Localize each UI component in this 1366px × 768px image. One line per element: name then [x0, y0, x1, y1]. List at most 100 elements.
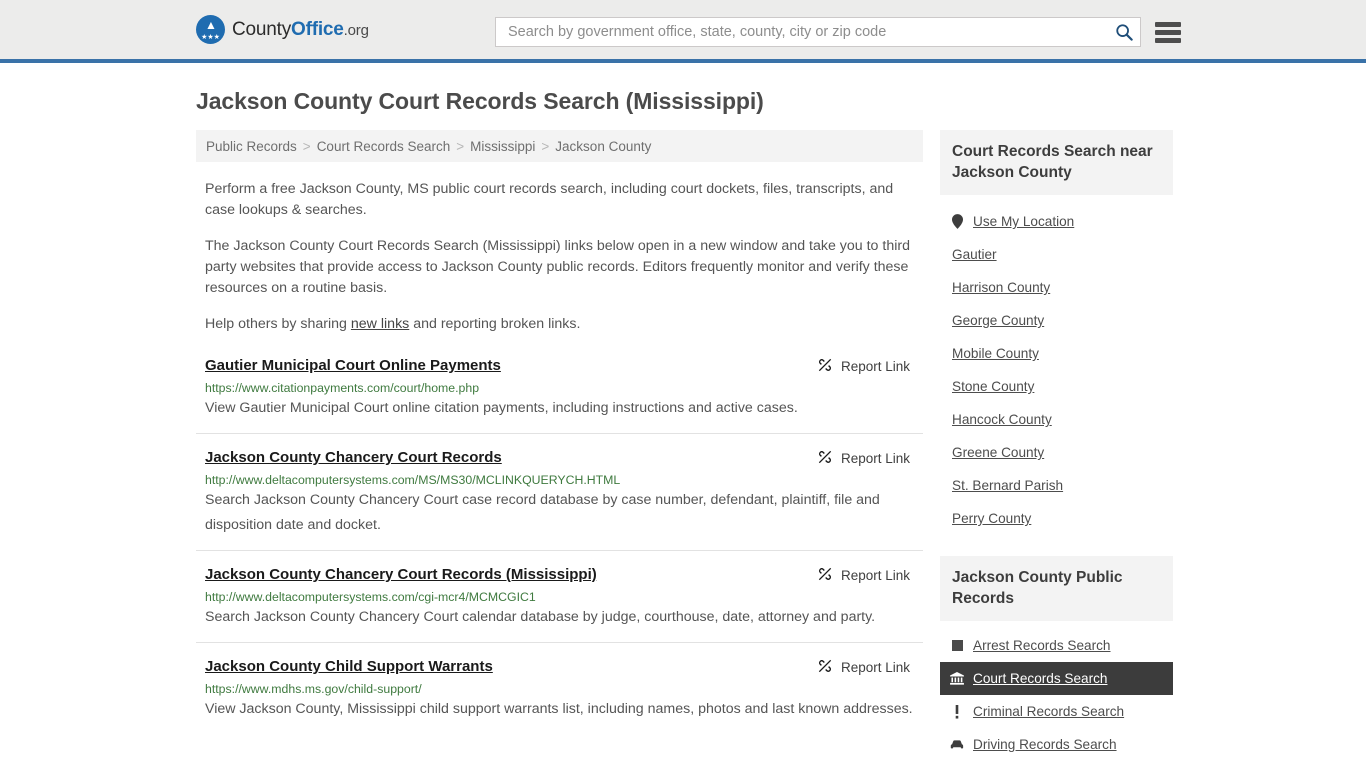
sidebar-public-records-item: Driving Records Search: [940, 728, 1173, 761]
sidebar-nearby-link[interactable]: Gautier: [940, 238, 1173, 271]
sidebar-public-records-link[interactable]: Driving Records Search: [940, 728, 1173, 761]
menu-bar-3: [1155, 37, 1181, 43]
result-title-link[interactable]: Jackson County Child Support Warrants: [205, 657, 493, 677]
intro-paragraph-3: Help others by sharing new links and rep…: [196, 314, 923, 335]
broken-link-icon: [817, 566, 833, 585]
square-icon: [950, 640, 964, 651]
car-icon: [950, 739, 964, 750]
sidebar-public-records-link[interactable]: Criminal Records Search: [940, 695, 1173, 728]
sidebar-nearby-link[interactable]: George County: [940, 304, 1173, 337]
result-url[interactable]: http://www.deltacomputersystems.com/MS/M…: [205, 473, 915, 487]
sidebar-nearby-link[interactable]: Hancock County: [940, 403, 1173, 436]
report-link-label: Report Link: [840, 568, 910, 583]
sidebar-nearby-item: George County: [940, 304, 1173, 337]
sidebar-nearby-item: Greene County: [940, 436, 1173, 469]
sidebar-public-records-item: Arrest Records Search: [940, 629, 1173, 662]
result-title-link[interactable]: Jackson County Chancery Court Records (M…: [205, 565, 597, 585]
result-url[interactable]: https://www.citationpayments.com/court/h…: [205, 381, 915, 395]
result-description: View Gautier Municipal Court online cita…: [205, 400, 798, 416]
sidebar-nearby-item: Mobile County: [940, 337, 1173, 370]
sidebar-nearby-item: Perry County: [940, 502, 1173, 535]
intro-p3-after: and reporting broken links.: [409, 316, 581, 332]
result-description: Search Jackson County Chancery Court cal…: [205, 609, 876, 625]
report-link-label: Report Link: [840, 451, 910, 466]
result-item: Gautier Municipal Court Online Payments R…: [196, 356, 923, 434]
sidebar-public-records-link[interactable]: Court Records Search: [940, 662, 1173, 695]
report-link-button[interactable]: Report Link: [817, 658, 915, 677]
sidebar-nearby-link[interactable]: Stone County: [940, 370, 1173, 403]
sidebar-nearby-label: St. Bernard Parish: [952, 478, 1064, 493]
sidebar-nearby-label: Greene County: [952, 445, 1045, 460]
eagle-shield-icon: ▲ ★★★: [196, 15, 225, 44]
sidebar-nearby-link[interactable]: St. Bernard Parish: [940, 469, 1173, 502]
sidebar-public-records-item: Court Records Search: [940, 662, 1173, 695]
hamburger-menu-icon[interactable]: [1155, 21, 1181, 43]
breadcrumb-item-3[interactable]: Jackson County: [555, 139, 651, 154]
sidebar-nearby-item: Stone County: [940, 370, 1173, 403]
sidebar-nearby-link[interactable]: Perry County: [940, 502, 1173, 535]
menu-bar-2: [1155, 29, 1181, 35]
broken-link-icon: [817, 449, 833, 468]
breadcrumb-item-1[interactable]: Court Records Search: [317, 139, 451, 154]
exclamation-icon: [950, 704, 964, 719]
sidebar-public-records-list: Arrest Records Search Court Records Searc…: [940, 629, 1173, 761]
breadcrumb-item-2[interactable]: Mississippi: [470, 139, 535, 154]
result-item: Jackson County Chancery Court Records (M…: [196, 565, 923, 643]
courthouse-icon: [950, 672, 964, 685]
breadcrumb-separator: >: [456, 138, 465, 154]
result-header: Jackson County Child Support Warrants Rep…: [205, 657, 915, 677]
sidebar-nearby-heading: Court Records Search near Jackson County: [940, 130, 1173, 195]
sidebar-public-records-label: Criminal Records Search: [973, 704, 1125, 719]
sidebar-nearby-label: Harrison County: [952, 280, 1051, 295]
sidebar-nearby-label: Gautier: [952, 247, 997, 262]
site-logo[interactable]: ▲ ★★★ CountyOffice.org: [196, 15, 369, 44]
sidebar-nearby-label: Perry County: [952, 511, 1032, 526]
search-icon[interactable]: [1114, 22, 1134, 42]
report-link-button[interactable]: Report Link: [817, 357, 915, 376]
report-link-button[interactable]: Report Link: [817, 566, 915, 585]
report-link-label: Report Link: [840, 660, 910, 675]
logo-text-county: County: [232, 18, 292, 40]
intro-text: Perform a free Jackson County, MS public…: [196, 179, 923, 335]
result-title-link[interactable]: Jackson County Chancery Court Records: [205, 448, 502, 468]
result-item: Jackson County Chancery Court Records Rep…: [196, 448, 923, 551]
result-header: Jackson County Chancery Court Records Rep…: [205, 448, 915, 468]
logo-text-tld: .org: [343, 21, 369, 39]
sidebar-public-records-item: Criminal Records Search: [940, 695, 1173, 728]
result-header: Gautier Municipal Court Online Payments R…: [205, 356, 915, 376]
sidebar-public-records-section: Jackson County Public Records Arrest Rec…: [940, 556, 1173, 761]
sidebar-public-records-heading: Jackson County Public Records: [940, 556, 1173, 621]
sidebar-public-records-label: Driving Records Search: [973, 737, 1117, 752]
search-box[interactable]: [495, 17, 1141, 47]
new-links-link[interactable]: new links: [351, 316, 409, 332]
sidebar-public-records-label: Court Records Search: [973, 671, 1108, 686]
sidebar-nearby-item: Use My Location: [940, 205, 1173, 238]
sidebar-public-records-link[interactable]: Arrest Records Search: [940, 629, 1173, 662]
sidebar-nearby-link[interactable]: Harrison County: [940, 271, 1173, 304]
breadcrumb-separator: >: [302, 138, 311, 154]
sidebar-nearby-item: Hancock County: [940, 403, 1173, 436]
report-link-button[interactable]: Report Link: [817, 449, 915, 468]
result-item: Jackson County Child Support Warrants Rep…: [196, 657, 923, 734]
sidebar-public-records-label: Arrest Records Search: [973, 638, 1111, 653]
intro-paragraph-1: Perform a free Jackson County, MS public…: [205, 181, 894, 218]
sidebar-nearby-link[interactable]: Mobile County: [940, 337, 1173, 370]
sidebar-nearby-label: Use My Location: [973, 214, 1075, 229]
result-description: Search Jackson County Chancery Court cas…: [205, 492, 880, 533]
report-link-label: Report Link: [840, 359, 910, 374]
sidebar-nearby-link[interactable]: Use My Location: [940, 205, 1173, 238]
result-url[interactable]: http://www.deltacomputersystems.com/cgi-…: [205, 590, 915, 604]
sidebar-nearby-item: St. Bernard Parish: [940, 469, 1173, 502]
page-body: Jackson County Court Records Search (Mis…: [0, 88, 1366, 761]
result-title-link[interactable]: Gautier Municipal Court Online Payments: [205, 356, 501, 376]
breadcrumb-item-0[interactable]: Public Records: [206, 139, 297, 154]
result-header: Jackson County Chancery Court Records (M…: [205, 565, 915, 585]
result-url[interactable]: https://www.mdhs.ms.gov/child-support/: [205, 682, 915, 696]
sidebar-nearby-section: Court Records Search near Jackson County…: [940, 130, 1173, 535]
sidebar-nearby-list: Use My Location Gautier Harrison County Geo…: [940, 205, 1173, 535]
site-header: ▲ ★★★ CountyOffice.org: [0, 0, 1366, 63]
search-input[interactable]: [506, 23, 1114, 41]
header-search-area: [495, 17, 1181, 47]
sidebar-nearby-link[interactable]: Greene County: [940, 436, 1173, 469]
breadcrumb: Public Records > Court Records Search > …: [196, 130, 923, 162]
